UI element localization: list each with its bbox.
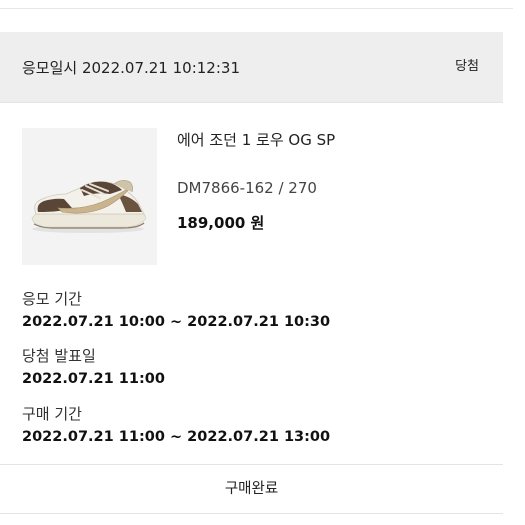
action-divider <box>0 513 503 514</box>
product-price: 189,000 원 <box>177 214 265 232</box>
entry-date: 응모일시 2022.07.21 10:12:31 <box>22 59 240 77</box>
purchase-period-value: 2022.07.21 11:00 ~ 2022.07.21 13:00 <box>22 429 331 445</box>
product-name[interactable]: 에어 조던 1 로우 OG SP <box>177 130 335 150</box>
entry-card: 응모일시 2022.07.21 10:12:31 당첨 에어 조던 1 로우 O… <box>0 0 525 525</box>
entry-period-label: 응모 기간 <box>22 290 82 308</box>
purchase-complete-button[interactable]: 구매완료 <box>0 465 503 513</box>
product-option: DM7866-162 / 270 <box>177 179 317 197</box>
entry-header: 응모일시 2022.07.21 10:12:31 당첨 <box>0 32 503 103</box>
announcement-date-value: 2022.07.21 11:00 <box>22 371 165 387</box>
entry-period-value: 2022.07.21 10:00 ~ 2022.07.21 10:30 <box>22 314 331 330</box>
top-divider <box>0 8 513 9</box>
announcement-date-label: 당첨 발표일 <box>22 347 96 365</box>
purchase-period-label: 구매 기간 <box>22 405 82 423</box>
product-image[interactable] <box>22 128 157 265</box>
entry-status-badge: 당첨 <box>455 59 479 74</box>
sneaker-icon <box>22 128 157 265</box>
